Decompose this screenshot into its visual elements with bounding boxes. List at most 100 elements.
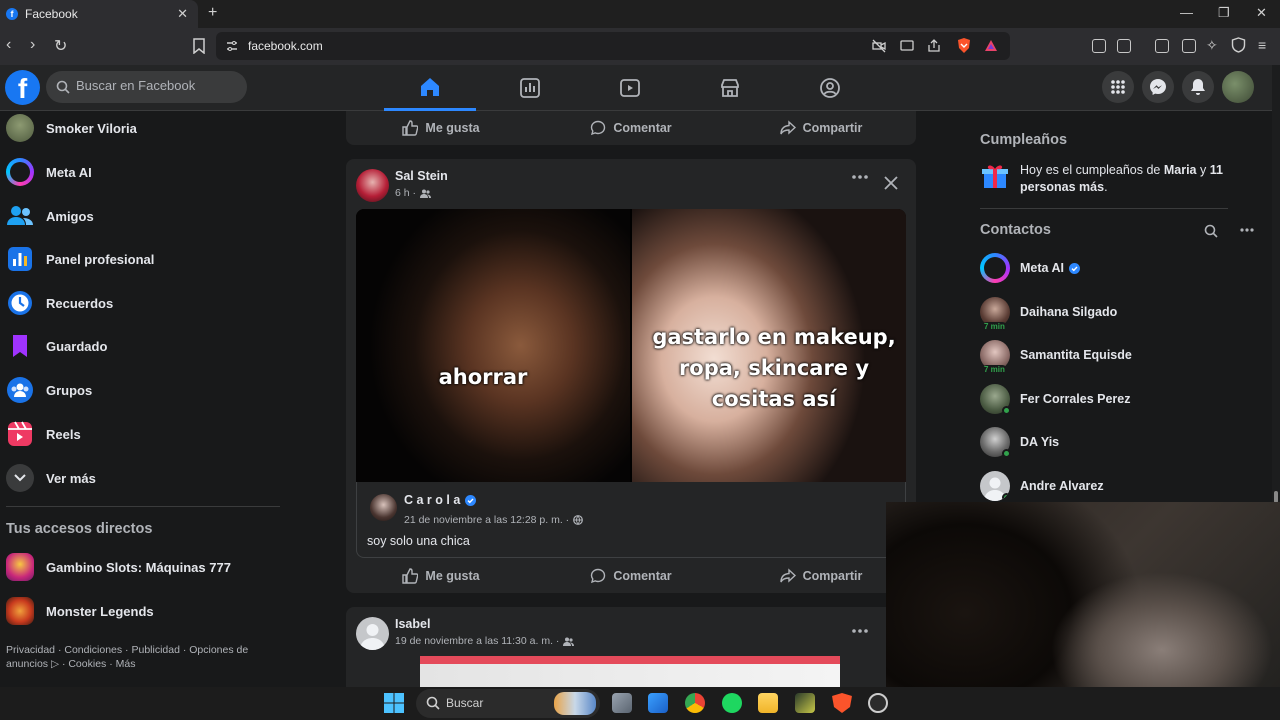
forward-icon[interactable]: › (30, 36, 35, 54)
sidebar-divider (6, 506, 280, 507)
contact-item[interactable]: DA Yis (980, 424, 1230, 460)
brave-browser-icon[interactable] (832, 693, 852, 713)
shared-post-box[interactable]: C a r o l a 21 de noviembre a las 12:28 … (356, 482, 906, 558)
footer-links[interactable]: Privacidad · Condiciones · Publicidad · … (6, 643, 276, 671)
contact-item[interactable]: 7 min Daihana Silgado (980, 294, 1230, 331)
shortcut-gambino-slots[interactable]: Gambino Slots: Máquinas 777 (6, 547, 276, 587)
shared-author-avatar[interactable] (370, 494, 397, 521)
share-button[interactable]: Compartir (726, 112, 916, 144)
groups-icon (6, 376, 34, 404)
reader-mode-icon[interactable] (1117, 39, 1131, 53)
vpn-icon[interactable] (1231, 37, 1246, 53)
sidebar-item-groups[interactable]: Grupos (6, 370, 276, 410)
post-image[interactable] (420, 656, 840, 687)
tab-video[interactable] (584, 65, 676, 111)
post-actions: Me gusta Comentar Compartir (346, 560, 916, 592)
facebook-logo-icon[interactable]: f (5, 70, 40, 105)
taskbar-search[interactable]: Buscar (416, 689, 600, 718)
file-explorer-icon[interactable] (758, 693, 778, 713)
spotify-icon[interactable] (722, 693, 742, 713)
share-page-icon[interactable] (927, 39, 941, 53)
contact-avatar: 7 min (980, 340, 1010, 374)
shared-author[interactable]: C a r o l a (404, 493, 477, 507)
messenger-icon (1150, 79, 1166, 95)
chrome-icon[interactable] (685, 693, 705, 713)
restore-icon[interactable]: ❐ (1218, 5, 1230, 21)
tab-dashboard[interactable] (484, 65, 576, 111)
sidebar-item-friends[interactable]: Amigos (6, 196, 276, 236)
memories-icon (6, 289, 34, 317)
comment-button[interactable]: Comentar (536, 560, 726, 592)
cast-icon[interactable] (900, 39, 914, 53)
extensions-icon[interactable] (1092, 39, 1106, 53)
notifications-button[interactable] (1182, 71, 1214, 103)
more-options-icon[interactable] (852, 175, 868, 179)
thumbs-up-icon (402, 120, 419, 136)
brave-shields-icon[interactable] (956, 37, 972, 54)
back-icon[interactable]: ‹ (6, 36, 11, 54)
wallet-icon[interactable] (1182, 39, 1196, 53)
app-icon[interactable] (795, 693, 815, 713)
tab-marketplace[interactable] (684, 65, 776, 111)
account-avatar[interactable] (1222, 71, 1254, 103)
post-author-name[interactable]: Sal Stein (395, 169, 448, 183)
post-image[interactable]: ahorrar gastarlo en makeup, ropa, skinca… (356, 209, 906, 482)
windows-start-icon[interactable] (384, 693, 404, 713)
sidebar-item-profile[interactable]: Smoker Viloria (6, 108, 276, 148)
menu-icon[interactable]: ≡ (1258, 37, 1266, 53)
shared-timestamp[interactable]: 21 de noviembre a las 12:28 p. m. · (404, 514, 584, 526)
contact-item[interactable]: Fer Corrales Perez (980, 381, 1230, 417)
sidebar-item-memories[interactable]: Recuerdos (6, 283, 276, 323)
contact-item[interactable]: 7 min Samantita Equisde (980, 337, 1230, 374)
sidebar-item-professional-dashboard[interactable]: Panel profesional (6, 239, 276, 279)
store-icon[interactable] (648, 693, 668, 713)
tab-gaming[interactable] (784, 65, 876, 111)
sidebar-item-saved[interactable]: Guardado (6, 326, 276, 366)
tab-home[interactable] (384, 65, 476, 111)
like-button[interactable]: Me gusta (346, 560, 536, 592)
sidebar-toggle-icon[interactable] (1155, 39, 1169, 53)
post-author-avatar[interactable] (356, 169, 389, 202)
close-post-icon[interactable] (884, 176, 898, 190)
sidebar-item-reels[interactable]: Reels (6, 414, 276, 454)
messenger-button[interactable] (1142, 71, 1174, 103)
search-box[interactable] (46, 71, 247, 103)
contacts-options-icon[interactable] (1240, 228, 1254, 232)
sidebar-item-meta-ai[interactable]: Meta AI (6, 152, 276, 192)
new-tab-icon[interactable]: + (208, 4, 217, 22)
leo-ai-icon[interactable]: ✧ (1206, 37, 1218, 54)
media-off-icon[interactable] (872, 39, 886, 53)
contact-item[interactable]: Meta AI (980, 250, 1230, 286)
post-timestamp[interactable]: 6 h · (395, 187, 432, 199)
post-author-avatar[interactable] (356, 617, 389, 650)
site-settings-icon[interactable] (226, 40, 238, 52)
brave-rewards-icon[interactable] (984, 39, 998, 52)
more-options-icon[interactable] (852, 629, 868, 633)
sidebar-item-see-more[interactable]: Ver más (6, 458, 276, 498)
birthdays-title: Cumpleaños (980, 132, 1068, 148)
birthday-notice[interactable]: Hoy es el cumpleaños de Maria y 11 perso… (980, 162, 1230, 196)
bookmark-icon[interactable] (193, 38, 205, 54)
contact-item[interactable]: Andre Alvarez (980, 468, 1230, 504)
menu-grid-button[interactable] (1102, 71, 1134, 103)
comment-button[interactable]: Comentar (536, 112, 726, 144)
reload-icon[interactable]: ↻ (54, 36, 67, 56)
shortcut-monster-legends[interactable]: Monster Legends (6, 591, 276, 631)
close-tab-icon[interactable]: ✕ (177, 6, 188, 22)
online-indicator (1002, 493, 1010, 501)
post-timestamp[interactable]: 19 de noviembre a las 11:30 a. m. · (395, 635, 575, 647)
close-window-icon[interactable]: ✕ (1256, 5, 1267, 21)
post-author-name[interactable]: Isabel (395, 617, 430, 631)
video-icon (620, 79, 640, 97)
search-input[interactable] (76, 78, 241, 93)
app-icon[interactable] (868, 693, 888, 713)
gift-icon (982, 165, 1008, 188)
like-button[interactable]: Me gusta (346, 112, 536, 144)
profile-avatar (6, 114, 34, 142)
search-contacts-icon[interactable] (1204, 224, 1218, 238)
minimize-icon[interactable]: — (1180, 5, 1193, 20)
browser-tab[interactable]: f Facebook ✕ (0, 0, 198, 28)
task-view-icon[interactable] (612, 693, 632, 713)
contacts-title: Contactos (980, 222, 1051, 238)
url-bar[interactable]: facebook.com (216, 32, 1010, 60)
